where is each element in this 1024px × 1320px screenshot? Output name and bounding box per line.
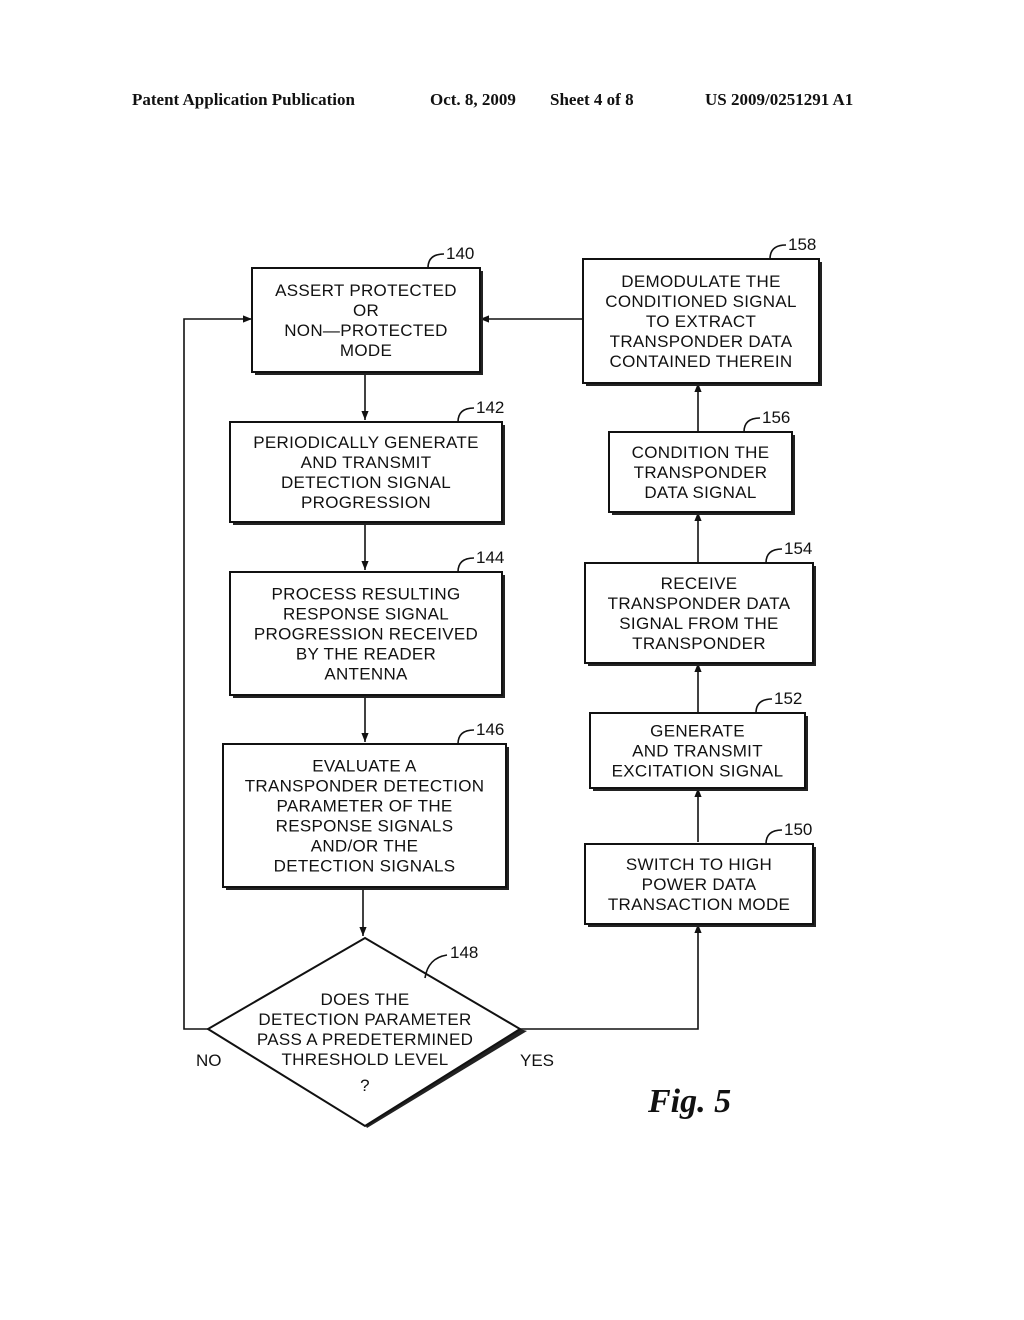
step-box-144: PROCESS RESULTINGRESPONSE SIGNALPROGRESS…	[229, 548, 505, 698]
ref-144: 144	[476, 548, 504, 567]
step-text-line: BY THE READER	[296, 645, 436, 664]
step-text-line: RECEIVE	[661, 574, 738, 593]
ref-156: 156	[762, 408, 790, 427]
ref-leader-156	[743, 417, 761, 433]
step-text-line: OR	[353, 301, 379, 320]
ref-leader-158	[769, 244, 787, 260]
step-box-140: ASSERT PROTECTEDORNON—PROTECTEDMODE 140	[251, 244, 483, 375]
step-box-146: EVALUATE ATRANSPONDER DETECTIONPARAMETER…	[222, 720, 509, 890]
ref-leader-144	[457, 557, 475, 573]
step-text-line: PROGRESSION	[301, 493, 431, 512]
figure-label: Fig. 5	[647, 1083, 731, 1120]
step-text-line: PROCESS RESULTING	[272, 585, 461, 604]
step-text-line: SWITCH TO HIGH	[626, 855, 772, 874]
step-text-line: AND TRANSMIT	[301, 453, 432, 472]
ref-leader-146	[457, 729, 475, 745]
decision-text-line: PASS A PREDETERMINED	[257, 1030, 473, 1049]
step-box-156: CONDITION THETRANSPONDERDATA SIGNAL 156	[608, 408, 795, 515]
step-text-line: DETECTION SIGNALS	[274, 857, 456, 876]
step-text-line: NON—PROTECTED	[284, 321, 448, 340]
step-text-line: SIGNAL FROM THE	[619, 614, 778, 633]
step-text-line: TRANSPONDER	[632, 634, 766, 653]
step-text-line: TRANSACTION MODE	[608, 895, 790, 914]
yes-path	[520, 924, 702, 1030]
decision-148: DOES THEDETECTION PARAMETERPASS A PREDET…	[206, 936, 527, 1128]
ref-158: 158	[788, 235, 816, 254]
step-text-line: DEMODULATE THE	[621, 272, 780, 291]
decision-text-line: THRESHOLD LEVEL	[282, 1050, 449, 1069]
ref-142: 142	[476, 398, 504, 417]
ref-146: 146	[476, 720, 504, 739]
decision-text-line: DETECTION PARAMETER	[258, 1010, 471, 1029]
ref-leader-140	[427, 253, 445, 269]
step-text-line: TRANSPONDER	[634, 463, 768, 482]
step-text-line: EVALUATE A	[312, 757, 417, 776]
step-text-line: TO EXTRACT	[646, 312, 756, 331]
step-text-line: DATA SIGNAL	[644, 483, 756, 502]
step-text-line: GENERATE	[650, 722, 745, 741]
decision-text-line: DOES THE	[321, 990, 410, 1009]
step-text-line: TRANSPONDER DATA	[608, 594, 791, 613]
step-text-line: PROGRESSION RECEIVED	[254, 625, 478, 644]
step-box-154: RECEIVETRANSPONDER DATASIGNAL FROM THETR…	[584, 539, 816, 666]
step-text-line: CONDITION THE	[632, 443, 770, 462]
step-text-line: MODE	[340, 341, 392, 360]
step-box-150: SWITCH TO HIGHPOWER DATATRANSACTION MODE…	[584, 820, 816, 927]
step-box-152: GENERATEAND TRANSMITEXCITATION SIGNAL 152	[589, 689, 808, 791]
ref-leader-152	[755, 698, 773, 714]
step-box-158: DEMODULATE THECONDITIONED SIGNALTO EXTRA…	[582, 235, 822, 386]
ref-150: 150	[784, 820, 812, 839]
step-box-142: PERIODICALLY GENERATEAND TRANSMITDETECTI…	[229, 398, 505, 525]
step-text-line: PARAMETER OF THE	[276, 797, 452, 816]
step-text-line: AND/OR THE	[311, 837, 419, 856]
ref-leader-150	[765, 829, 783, 845]
step-text-line: RESPONSE SIGNALS	[276, 817, 454, 836]
step-text-line: POWER DATA	[642, 875, 757, 894]
step-text-line: CONDITIONED SIGNAL	[605, 292, 796, 311]
no-label: NO	[196, 1051, 222, 1070]
step-text-line: TRANSPONDER DETECTION	[245, 777, 485, 796]
ref-leader-142	[457, 407, 475, 423]
yes-label: YES	[520, 1051, 554, 1070]
step-text-line: PERIODICALLY GENERATE	[253, 433, 478, 452]
step-text-line: ASSERT PROTECTED	[275, 281, 457, 300]
ref-148: 148	[450, 943, 478, 962]
step-text-line: DETECTION SIGNAL	[281, 473, 451, 492]
step-text-line: AND TRANSMIT	[632, 742, 763, 761]
ref-140: 140	[446, 244, 474, 263]
ref-154: 154	[784, 539, 812, 558]
step-text-line: CONTAINED THEREIN	[610, 352, 793, 371]
ref-152: 152	[774, 689, 802, 708]
step-text-line: RESPONSE SIGNAL	[283, 605, 449, 624]
decision-text-line: ?	[360, 1076, 370, 1095]
step-text-line: ANTENNA	[324, 665, 408, 684]
ref-leader-154	[765, 548, 783, 564]
flowchart: ASSERT PROTECTEDORNON—PROTECTEDMODE 140 PE…	[183, 235, 822, 1128]
step-text-line: EXCITATION SIGNAL	[612, 762, 784, 781]
step-text-line: TRANSPONDER DATA	[610, 332, 793, 351]
